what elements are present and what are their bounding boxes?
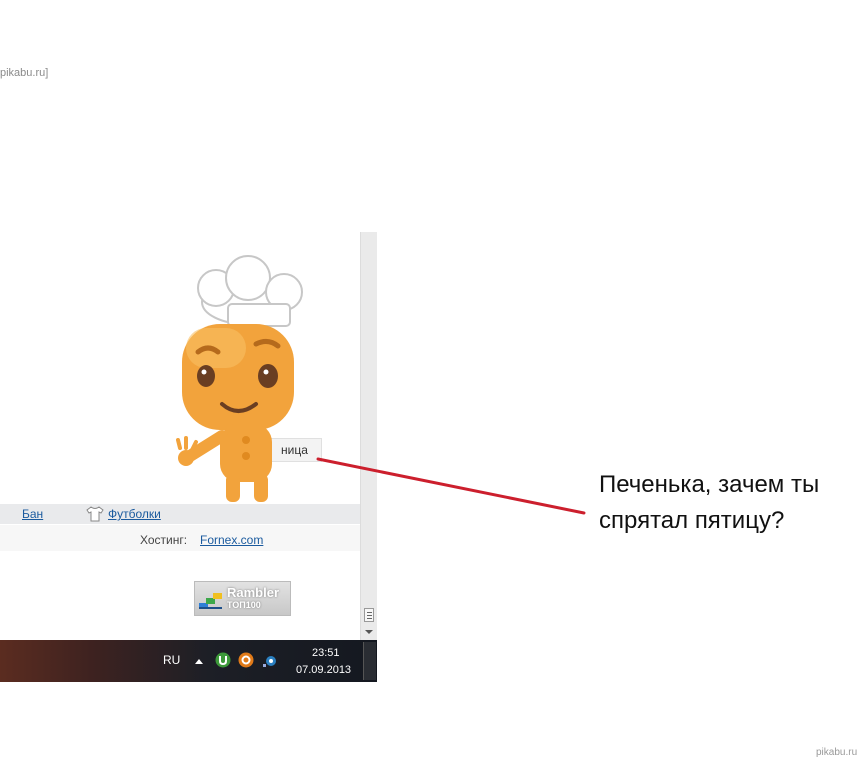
watermark: pikabu.ru (816, 747, 858, 758)
scroll-grip[interactable] (364, 608, 374, 622)
tshirt-icon (86, 506, 104, 522)
hosting-link[interactable]: Fornex.com (200, 533, 263, 547)
tray-expand-icon[interactable] (195, 659, 203, 664)
utorrent-icon[interactable] (215, 652, 231, 668)
rambler-word: Rambler (227, 585, 280, 600)
page-area: Бан Футболки Хостинг: Fornex.com Rambler… (0, 232, 360, 640)
footer-links-bar (0, 504, 360, 524)
orange-tray-icon[interactable] (238, 652, 254, 668)
clock-time[interactable]: 23:51 (312, 647, 340, 659)
taskbar: RU 23:51 07.09.2013 (0, 640, 377, 682)
caption-line-1: Печенька, зачем ты (599, 471, 820, 498)
caption-line-2: спрятал пятицу? (599, 507, 785, 534)
hosting-label: Хостинг: (140, 533, 188, 547)
rambler-stairs-icon (199, 593, 222, 609)
source-tag: pikabu.ru] (0, 67, 49, 79)
rambler-sub: ТОП100 (227, 600, 261, 610)
scrollbar[interactable] (360, 232, 377, 640)
browser-fragment: Бан Футболки Хостинг: Fornex.com Rambler… (0, 232, 377, 682)
language-indicator[interactable]: RU (163, 653, 180, 667)
show-desktop-button[interactable] (363, 642, 376, 680)
caption: Печенька, зачем ты спрятал пятицу? (599, 467, 819, 539)
scroll-down-icon[interactable] (365, 630, 373, 634)
rambler-counter[interactable]: Rambler ТОП100 (194, 581, 291, 616)
cookie-chef-mascot (176, 255, 303, 502)
ban-link[interactable]: Бан (22, 507, 43, 521)
network-tray-icon[interactable] (262, 652, 278, 668)
clock-date[interactable]: 07.09.2013 (296, 664, 351, 676)
tshirts-link[interactable]: Футболки (108, 507, 161, 521)
